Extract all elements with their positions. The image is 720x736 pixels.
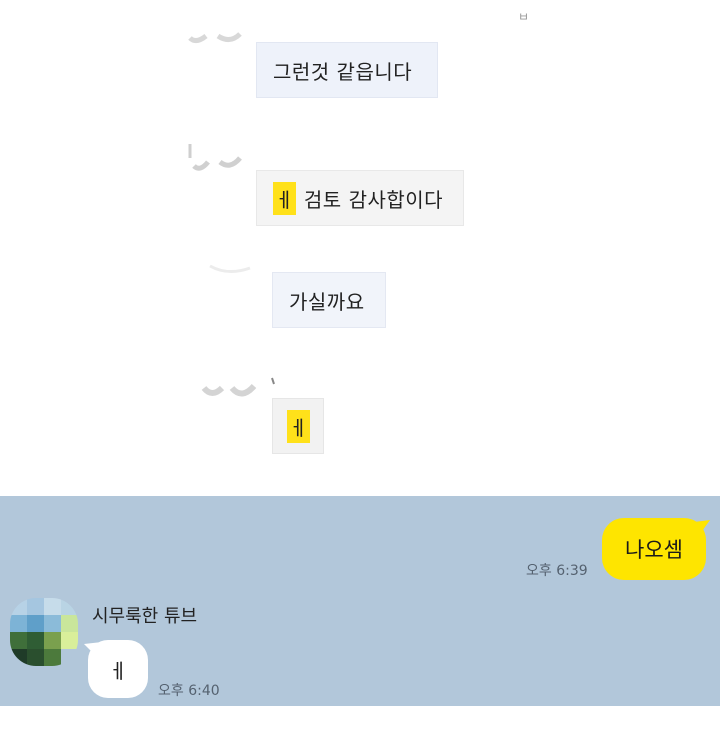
screenshot-message-1-text: 그런것 같읍니다 <box>273 59 413 84</box>
avatar-mosaic-cell <box>27 615 44 632</box>
sender-name: 시무룩한 튜브 <box>92 606 198 627</box>
highlighted-jamo: ㅔ <box>287 409 310 443</box>
bottom-margin <box>0 706 720 736</box>
screenshot-message-3-text: 가실까요 <box>289 289 365 314</box>
incoming-message-time: 오후 6:40 <box>158 683 220 699</box>
avatar-mosaic-cell <box>61 615 78 632</box>
incoming-message-bubble[interactable]: ㅔ <box>88 640 148 698</box>
avatar-mosaic-cell <box>27 598 44 615</box>
avatar-mosaic-cell <box>10 615 27 632</box>
avatar-mosaic-cell <box>10 632 27 649</box>
screenshot-image: ㅂ 그런것 같읍니다 ㅔ 검토 감사합이다 가실까요 ㅔ <box>0 0 720 496</box>
faded-avatar-icon <box>188 144 242 171</box>
screenshot-message-4: ㅔ <box>272 398 324 454</box>
avatar-mosaic-cell <box>44 632 61 649</box>
sender-avatar[interactable] <box>10 598 78 666</box>
outgoing-message-time: 오후 6:39 <box>526 563 588 579</box>
avatar-mosaic-cell <box>44 615 61 632</box>
outgoing-message-text: 나오셈 <box>625 538 683 562</box>
faded-avatar-icon <box>209 264 251 273</box>
avatar-mosaic-cell <box>44 649 61 666</box>
faded-avatar-icon <box>201 377 275 397</box>
faded-avatar-icon <box>188 32 242 44</box>
screenshot-message-1: 그런것 같읍니다 <box>256 42 438 98</box>
corner-mark: ㅂ <box>518 10 530 24</box>
outgoing-message-bubble[interactable]: 나오셈 <box>602 518 706 580</box>
avatar-mosaic-cell <box>61 632 78 649</box>
highlighted-jamo: ㅔ <box>273 181 296 215</box>
screenshot-message-2: ㅔ 검토 감사합이다 <box>256 170 464 226</box>
avatar-mosaic-cell <box>27 632 44 649</box>
incoming-message-text: ㅔ <box>108 658 128 683</box>
screenshot-message-2-text: 검토 감사합이다 <box>303 187 444 212</box>
avatar-mosaic-cell <box>44 598 61 615</box>
avatar-mosaic-cell <box>27 649 44 666</box>
screenshot-message-3: 가실까요 <box>272 272 386 328</box>
